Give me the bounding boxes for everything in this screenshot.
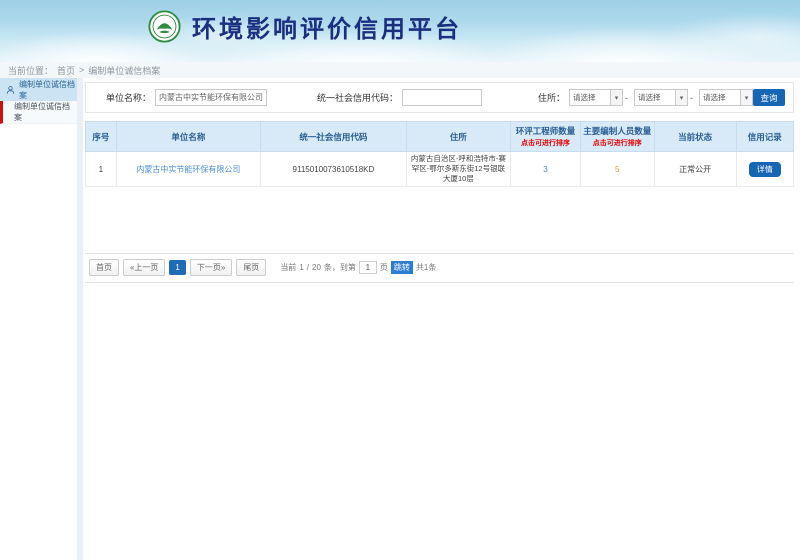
- sidebar-group-label: 编制单位诚信档案: [19, 79, 77, 101]
- sidebar-item-archive[interactable]: 编制单位诚信档案: [0, 101, 77, 124]
- prev-page-button[interactable]: «上一页: [123, 259, 165, 276]
- breadcrumb: 当前位置： 首页 > 编制单位诚信档案: [0, 62, 800, 78]
- credit-code-input[interactable]: [402, 89, 482, 106]
- col-engineer-count[interactable]: 环评工程师数量 点击可进行排序: [511, 122, 581, 152]
- cell-index: 1: [85, 152, 116, 187]
- detail-button[interactable]: 详情: [749, 162, 781, 177]
- credit-code-label: 统一社会信用代码：: [317, 91, 398, 104]
- pagination-info: 当前 1 / 20 条，到第 页 跳转 共1条: [280, 261, 436, 274]
- page-title: 环境影响评价信用平台: [192, 9, 462, 44]
- breadcrumb-separator: >: [79, 65, 84, 75]
- app-header: 环境影响评价信用平台: [0, 0, 800, 62]
- col-index: 序号: [85, 122, 116, 152]
- sidebar: 编制单位诚信档案 编制单位诚信档案: [0, 78, 77, 560]
- last-page-button[interactable]: 尾页: [236, 259, 266, 276]
- units-table: 序号 单位名称 统一社会信用代码 住所 环评工程师数量 点击可进行排序 主要编制…: [85, 121, 794, 187]
- first-page-button[interactable]: 首页: [89, 259, 119, 276]
- current-page-value: 1: [299, 263, 303, 272]
- breadcrumb-current: 编制单位诚信档案: [88, 64, 160, 77]
- cell-engineer-count: 3: [511, 152, 581, 187]
- page: 环境影响评价信用平台 当前位置： 首页 > 编制单位诚信档案 编制单位诚信档案 …: [0, 0, 800, 560]
- city-select[interactable]: 请选择 ▾: [634, 89, 688, 106]
- page-number-button[interactable]: 1: [169, 260, 185, 275]
- col-staff-count[interactable]: 主要编制人员数量 点击可进行排序: [580, 122, 654, 152]
- col-address: 住所: [406, 122, 511, 152]
- query-button[interactable]: 查询: [753, 89, 785, 106]
- chevron-down-icon: ▾: [675, 90, 687, 105]
- engineer-count-link[interactable]: 3: [543, 165, 547, 174]
- cell-credit-record: 详情: [736, 152, 793, 187]
- search-panel: 单位名称： 统一社会信用代码： 住所： 请选择 ▾ - 请选择 ▾ - 请选择 …: [85, 82, 794, 113]
- jump-button[interactable]: 跳转: [391, 261, 413, 274]
- staff-count-link[interactable]: 5: [615, 165, 619, 174]
- col-status: 当前状态: [654, 122, 736, 152]
- chevron-down-icon: ▾: [740, 90, 752, 105]
- col-unit-name: 单位名称: [116, 122, 260, 152]
- sidebar-item-label: 编制单位诚信档案: [14, 101, 77, 123]
- breadcrumb-prefix: 当前位置：: [8, 64, 53, 77]
- cell-staff-count: 5: [580, 152, 654, 187]
- total-count: 共1条: [416, 262, 436, 273]
- sidebar-group-header[interactable]: 编制单位诚信档案: [0, 78, 77, 101]
- unit-name-input[interactable]: [155, 89, 267, 106]
- platform-logo: [148, 10, 181, 43]
- chevron-down-icon: ▾: [610, 90, 622, 105]
- user-icon: [6, 85, 15, 95]
- jump-page-input[interactable]: [359, 261, 377, 274]
- col-credit-code: 统一社会信用代码: [261, 122, 407, 152]
- breadcrumb-home[interactable]: 首页: [57, 64, 75, 77]
- pagination: 首页 «上一页 1 下一页» 尾页 当前 1 / 20 条，到第 页 跳转 共1…: [85, 253, 794, 283]
- brand: 环境影响评价信用平台: [148, 9, 462, 44]
- cell-status: 正常公开: [654, 152, 736, 187]
- table-row: 1 内蒙古中实节能环保有限公司 9115010073610518KD 内蒙古自治…: [85, 152, 793, 187]
- unit-name-label: 单位名称：: [106, 91, 151, 104]
- address-separator: -: [625, 93, 628, 103]
- district-select[interactable]: 请选择 ▾: [699, 89, 753, 106]
- cell-address: 内蒙古自治区-呼和浩特市-赛罕区-鄂尔多斯东街12号银联大厦10层: [406, 152, 511, 187]
- cell-unit-name: 内蒙古中实节能环保有限公司: [116, 152, 260, 187]
- next-page-button[interactable]: 下一页»: [190, 259, 232, 276]
- address-label: 住所：: [538, 91, 565, 104]
- table-header-row: 序号 单位名称 统一社会信用代码 住所 环评工程师数量 点击可进行排序 主要编制…: [85, 122, 793, 152]
- province-select[interactable]: 请选择 ▾: [569, 89, 623, 106]
- col-credit-record: 信用记录: [736, 122, 793, 152]
- unit-name-link[interactable]: 内蒙古中实节能环保有限公司: [136, 165, 240, 174]
- cell-credit-code: 9115010073610518KD: [261, 152, 407, 187]
- sort-hint: 点击可进行排序: [512, 138, 579, 148]
- body: 编制单位诚信档案 编制单位诚信档案 单位名称： 统一社会信用代码： 住所： 请选…: [0, 78, 800, 560]
- per-page-value: 20: [312, 263, 321, 272]
- sort-hint: 点击可进行排序: [582, 138, 653, 148]
- address-separator: -: [690, 93, 693, 103]
- main-content: 单位名称： 统一社会信用代码： 住所： 请选择 ▾ - 请选择 ▾ - 请选择 …: [83, 78, 800, 560]
